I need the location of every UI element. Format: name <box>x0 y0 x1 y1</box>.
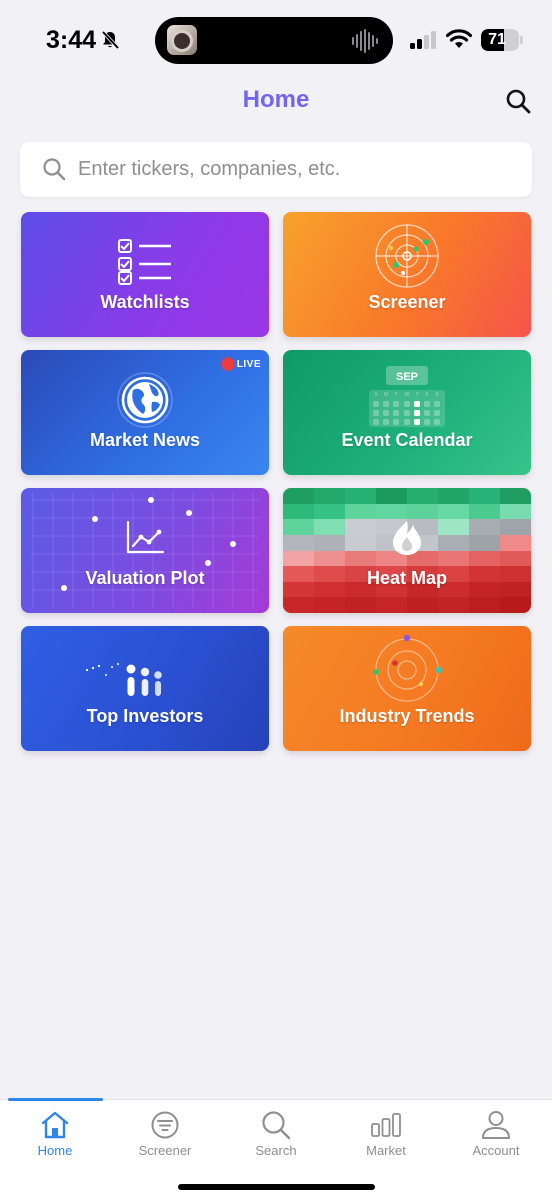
calendar-day-cell <box>404 419 410 425</box>
radar-icon <box>375 224 439 288</box>
tab-label: Search <box>255 1143 297 1158</box>
calendar-day-cell <box>424 401 430 407</box>
header-search-icon[interactable] <box>504 87 532 115</box>
bell-off-icon <box>100 30 120 55</box>
svg-text:F: F <box>425 392 428 398</box>
home-icon <box>41 1111 69 1139</box>
heat-map-cell <box>314 597 345 613</box>
calendar-day-cell <box>373 410 379 416</box>
home-indicator <box>178 1184 375 1190</box>
calendar-day-cell <box>383 401 389 407</box>
tile-market-news[interactable]: LIVE Market News <box>21 350 269 475</box>
tile-label: Event Calendar <box>341 430 473 450</box>
user-icon <box>482 1111 510 1139</box>
tile-top-investors[interactable]: Top Investors <box>21 626 269 751</box>
heat-map-cell <box>469 597 500 613</box>
tile-watchlists[interactable]: Watchlists <box>21 212 269 337</box>
battery-icon: 71 <box>481 29 519 51</box>
status-bar: 3:44 71 <box>0 0 552 80</box>
calendar-day-cell <box>414 410 420 416</box>
svg-text:W: W <box>405 392 410 398</box>
calendar-icon: SEP SMTW TFS <box>369 366 445 427</box>
heat-map-cell <box>500 597 531 613</box>
tab-label: Market <box>366 1143 406 1158</box>
tile-label: Valuation Plot <box>85 568 205 588</box>
battery-cap <box>520 36 523 44</box>
calendar-day-cell <box>404 410 410 416</box>
calendar-day-cell <box>434 410 440 416</box>
calendar-day-cell <box>383 410 389 416</box>
filter-icon <box>151 1111 179 1139</box>
calendar-day-cell <box>373 401 379 407</box>
flame-icon <box>393 521 421 555</box>
calendar-day-cell <box>414 401 420 407</box>
search-icon <box>262 1111 291 1140</box>
globe-icon <box>117 372 173 428</box>
calendar-day-cell <box>404 401 410 407</box>
svg-text:M: M <box>384 392 388 398</box>
bar-chart-icon <box>371 1113 401 1137</box>
calendar-day-cell <box>424 410 430 416</box>
heat-map-cell <box>407 597 438 613</box>
tile-label: Top Investors <box>86 706 204 726</box>
heat-map-cell <box>438 597 469 613</box>
active-tab-indicator <box>8 1098 103 1101</box>
heat-map-cell <box>376 597 407 613</box>
tile-label: Watchlists <box>100 292 190 312</box>
tab-label: Account <box>472 1143 520 1158</box>
tile-label: Market News <box>89 430 201 450</box>
tab-market[interactable]: Market <box>331 1110 441 1170</box>
page-title: Home <box>0 86 552 114</box>
status-time: 3:44 <box>46 26 97 54</box>
calendar-day-cell <box>373 419 379 425</box>
calendar-day-cell <box>414 419 420 425</box>
tile-valuation-plot[interactable]: Valuation Plot <box>21 488 269 613</box>
calendar-day-cell <box>434 401 440 407</box>
tab-home[interactable]: Home <box>0 1110 110 1170</box>
svg-text:T: T <box>415 392 418 398</box>
battery-percent: 71 <box>488 31 506 48</box>
dynamic-island[interactable] <box>155 17 393 64</box>
heat-map-cell <box>283 597 314 613</box>
cellular-signal-icon <box>410 31 436 49</box>
calendar-day-cell <box>393 419 399 425</box>
valuation-scatter-art <box>31 493 259 608</box>
heat-map-cell <box>345 597 376 613</box>
tile-label: Screener <box>368 292 446 312</box>
tab-search[interactable]: Search <box>221 1110 331 1170</box>
tile-event-calendar[interactable]: SEP SMTW TFS Event Calendar <box>283 350 531 475</box>
tab-label: Screener <box>138 1143 192 1158</box>
calendar-day-cell <box>393 401 399 407</box>
tile-screener[interactable]: Screener <box>283 212 531 337</box>
calendar-day-cell <box>434 419 440 425</box>
tile-industry-trends[interactable]: Industry Trends <box>283 626 531 751</box>
investors-icon <box>85 663 162 696</box>
audio-waveform-icon <box>352 29 378 53</box>
tab-label: Home <box>37 1143 73 1158</box>
tab-account[interactable]: Account <box>441 1110 551 1170</box>
calendar-day-cell <box>393 410 399 416</box>
tile-heat-map[interactable]: Heat Map <box>283 488 531 613</box>
calendar-month: SEP <box>396 371 418 383</box>
checklist-icon <box>118 239 171 285</box>
search-input[interactable] <box>78 142 518 197</box>
wifi-icon <box>446 29 472 48</box>
search-bar[interactable] <box>20 142 532 197</box>
orbit-icon <box>373 634 443 702</box>
tile-label: Industry Trends <box>339 706 475 726</box>
search-icon <box>43 158 66 181</box>
calendar-day-cell <box>383 419 389 425</box>
calendar-day-cell <box>424 419 430 425</box>
tile-label: Heat Map <box>366 568 447 588</box>
svg-text:T: T <box>394 392 397 398</box>
tab-screener[interactable]: Screener <box>110 1110 220 1170</box>
now-playing-artwork-icon <box>167 25 197 55</box>
